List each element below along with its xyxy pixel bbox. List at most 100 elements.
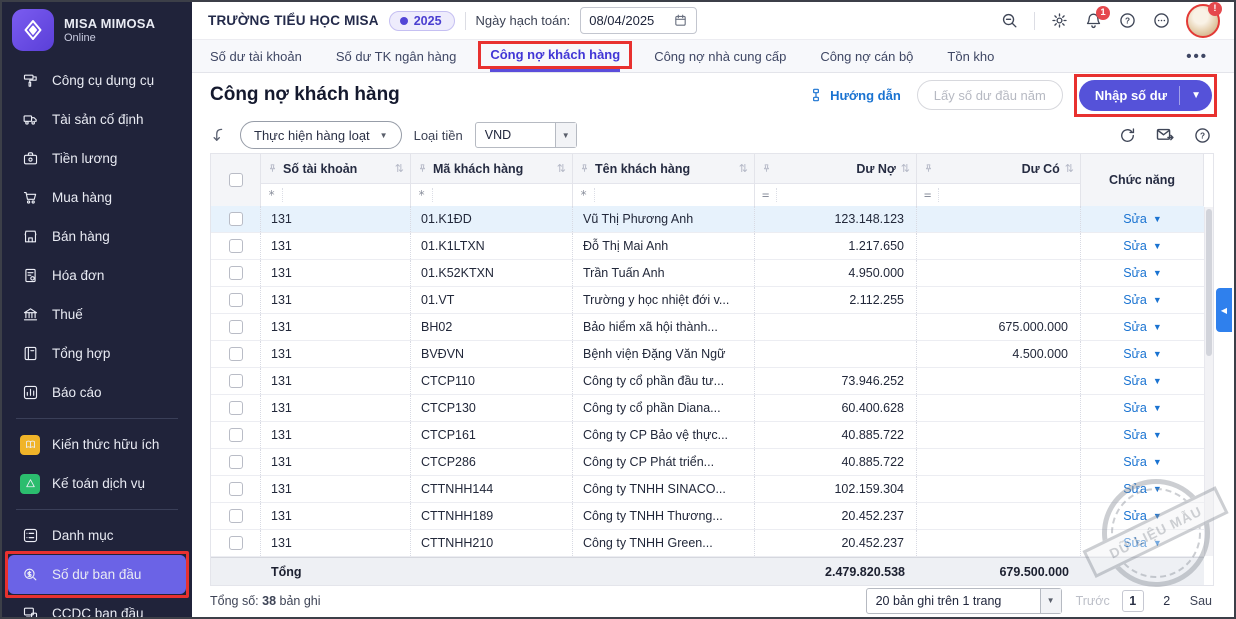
page-size-select[interactable]: 20 bản ghi trên 1 trang ▼ xyxy=(866,588,1062,614)
edit-action-link[interactable]: Sửa ▼ xyxy=(1123,482,1162,496)
caret-down-icon[interactable]: ▼ xyxy=(1153,457,1162,467)
column-header-debit[interactable]: Dư Nợ ⇅ xyxy=(755,154,917,184)
sort-icon[interactable]: ⇅ xyxy=(557,162,566,175)
calendar-icon[interactable] xyxy=(673,13,688,28)
sidebar-item[interactable]: Mua hàng xyxy=(8,178,186,217)
user-avatar[interactable]: ! xyxy=(1186,4,1220,38)
caret-down-icon[interactable]: ▼ xyxy=(1153,322,1162,332)
row-checkbox[interactable] xyxy=(229,374,243,388)
edit-action-link[interactable]: Sửa ▼ xyxy=(1123,455,1162,469)
row-checkbox[interactable] xyxy=(229,266,243,280)
edit-action-link[interactable]: Sửa ▼ xyxy=(1123,428,1162,442)
pin-icon[interactable] xyxy=(417,163,428,174)
sort-icon[interactable]: ⇅ xyxy=(395,162,404,175)
sort-arrow-icon[interactable] xyxy=(210,126,228,144)
caret-down-icon[interactable]: ▼ xyxy=(1153,349,1162,359)
tab-item[interactable]: Công nợ cán bộ xyxy=(820,40,913,72)
edit-action-link[interactable]: Sửa ▼ xyxy=(1123,239,1162,253)
pin-icon[interactable] xyxy=(761,163,772,174)
tab-item[interactable]: Công nợ nhà cung cấp xyxy=(654,40,786,72)
filter-debit[interactable]: = xyxy=(755,184,917,206)
caret-down-icon[interactable]: ▼ xyxy=(1180,80,1212,111)
help-circle-icon[interactable]: ? xyxy=(1193,126,1212,145)
edit-action-link[interactable]: Sửa ▼ xyxy=(1123,293,1162,307)
tab-item[interactable]: Số dư tài khoản xyxy=(210,40,302,72)
edit-action-link[interactable]: Sửa ▼ xyxy=(1123,320,1162,334)
sort-icon[interactable]: ⇅ xyxy=(901,162,910,175)
sidebar-item[interactable]: Hóa đơn xyxy=(8,256,186,295)
sort-icon[interactable]: ⇅ xyxy=(1065,162,1074,175)
row-checkbox[interactable] xyxy=(229,347,243,361)
caret-down-icon[interactable]: ▼ xyxy=(1153,376,1162,386)
settings-gear-icon[interactable] xyxy=(1050,11,1069,30)
caret-down-icon[interactable]: ▼ xyxy=(1153,430,1162,440)
enter-balance-button[interactable]: Nhập số dư ▼ xyxy=(1079,80,1212,111)
caret-down-icon[interactable]: ▼ xyxy=(1153,511,1162,521)
select-all-checkbox[interactable] xyxy=(229,173,243,187)
notifications-bell-icon[interactable]: 1 xyxy=(1084,11,1103,30)
edit-action-link[interactable]: Sửa ▼ xyxy=(1123,509,1162,523)
pin-icon[interactable] xyxy=(579,163,590,174)
sidebar-item[interactable]: Kế toán dịch vụ xyxy=(8,464,186,503)
pin-icon[interactable] xyxy=(923,163,934,174)
edit-action-link[interactable]: Sửa ▼ xyxy=(1123,266,1162,280)
sidebar-item[interactable]: CCDC ban đầu xyxy=(8,594,186,619)
edit-action-link[interactable]: Sửa ▼ xyxy=(1123,347,1162,361)
row-checkbox[interactable] xyxy=(229,401,243,415)
caret-down-icon[interactable]: ▼ xyxy=(1153,214,1162,224)
row-checkbox[interactable] xyxy=(229,239,243,253)
search-icon[interactable] xyxy=(1000,11,1019,30)
currency-select[interactable]: VND ▼ xyxy=(475,122,577,148)
column-header-name[interactable]: Tên khách hàng ⇅ xyxy=(573,154,755,184)
more-tabs-icon[interactable]: ••• xyxy=(1186,40,1234,72)
filter-credit[interactable]: = xyxy=(917,184,1081,206)
row-checkbox[interactable] xyxy=(229,509,243,523)
sidebar-item[interactable]: Tài sản cố định xyxy=(8,100,186,139)
refresh-icon[interactable] xyxy=(1118,126,1137,145)
caret-down-icon[interactable]: ▼ xyxy=(1153,484,1162,494)
edit-action-link[interactable]: Sửa ▼ xyxy=(1123,401,1162,415)
edit-action-link[interactable]: Sửa ▼ xyxy=(1123,212,1162,226)
sidebar-item[interactable]: Báo cáo xyxy=(8,373,186,412)
filter-input[interactable] xyxy=(776,188,909,202)
row-checkbox[interactable] xyxy=(229,428,243,442)
tab-item[interactable]: Số dư TK ngân hàng xyxy=(336,40,457,72)
filter-name[interactable]: * xyxy=(573,184,755,206)
prev-page-button[interactable]: Trước xyxy=(1076,594,1110,608)
guide-link[interactable]: Hướng dẫn xyxy=(808,87,901,103)
row-checkbox[interactable] xyxy=(229,320,243,334)
sidebar-item[interactable]: Bán hàng xyxy=(8,217,186,256)
collapse-handle-icon[interactable]: ◀ xyxy=(1216,288,1232,332)
filter-account[interactable]: * xyxy=(261,184,411,206)
posting-date-field[interactable] xyxy=(580,7,697,34)
pin-icon[interactable] xyxy=(267,163,278,174)
sidebar-item[interactable]: Tiền lương xyxy=(8,139,186,178)
sort-icon[interactable]: ⇅ xyxy=(739,162,748,175)
row-checkbox[interactable] xyxy=(229,536,243,550)
sidebar-item[interactable]: Danh mục xyxy=(8,516,186,555)
row-checkbox[interactable] xyxy=(229,482,243,496)
filter-input[interactable] xyxy=(594,188,747,202)
page-number[interactable]: 2 xyxy=(1156,590,1178,612)
scrollbar-thumb[interactable] xyxy=(1206,209,1212,356)
sidebar-item[interactable]: Kiến thức hữu ích xyxy=(8,425,186,464)
edit-action-link[interactable]: Sửa ▼ xyxy=(1123,374,1162,388)
sidebar-item[interactable]: Thuế xyxy=(8,295,186,334)
row-checkbox[interactable] xyxy=(229,293,243,307)
more-options-icon[interactable] xyxy=(1152,11,1171,30)
posting-date-input[interactable] xyxy=(589,13,665,28)
sidebar-item[interactable]: Tổng hợp xyxy=(8,334,186,373)
column-header-account[interactable]: Số tài khoản ⇅ xyxy=(261,154,411,184)
caret-down-icon[interactable]: ▼ xyxy=(1153,268,1162,278)
filter-input[interactable] xyxy=(282,188,403,202)
column-header-credit[interactable]: Dư Có ⇅ xyxy=(917,154,1081,184)
help-icon[interactable]: ? xyxy=(1118,11,1137,30)
tab-item[interactable]: Tồn kho xyxy=(947,40,994,72)
fiscal-year-badge[interactable]: 2025 xyxy=(389,11,455,31)
caret-down-icon[interactable]: ▼ xyxy=(1153,403,1162,413)
page-number[interactable]: 1 xyxy=(1122,590,1144,612)
filter-code[interactable]: * xyxy=(411,184,573,206)
next-page-button[interactable]: Sau xyxy=(1190,594,1212,608)
caret-down-icon[interactable]: ▼ xyxy=(1153,241,1162,251)
filter-input[interactable] xyxy=(432,188,565,202)
